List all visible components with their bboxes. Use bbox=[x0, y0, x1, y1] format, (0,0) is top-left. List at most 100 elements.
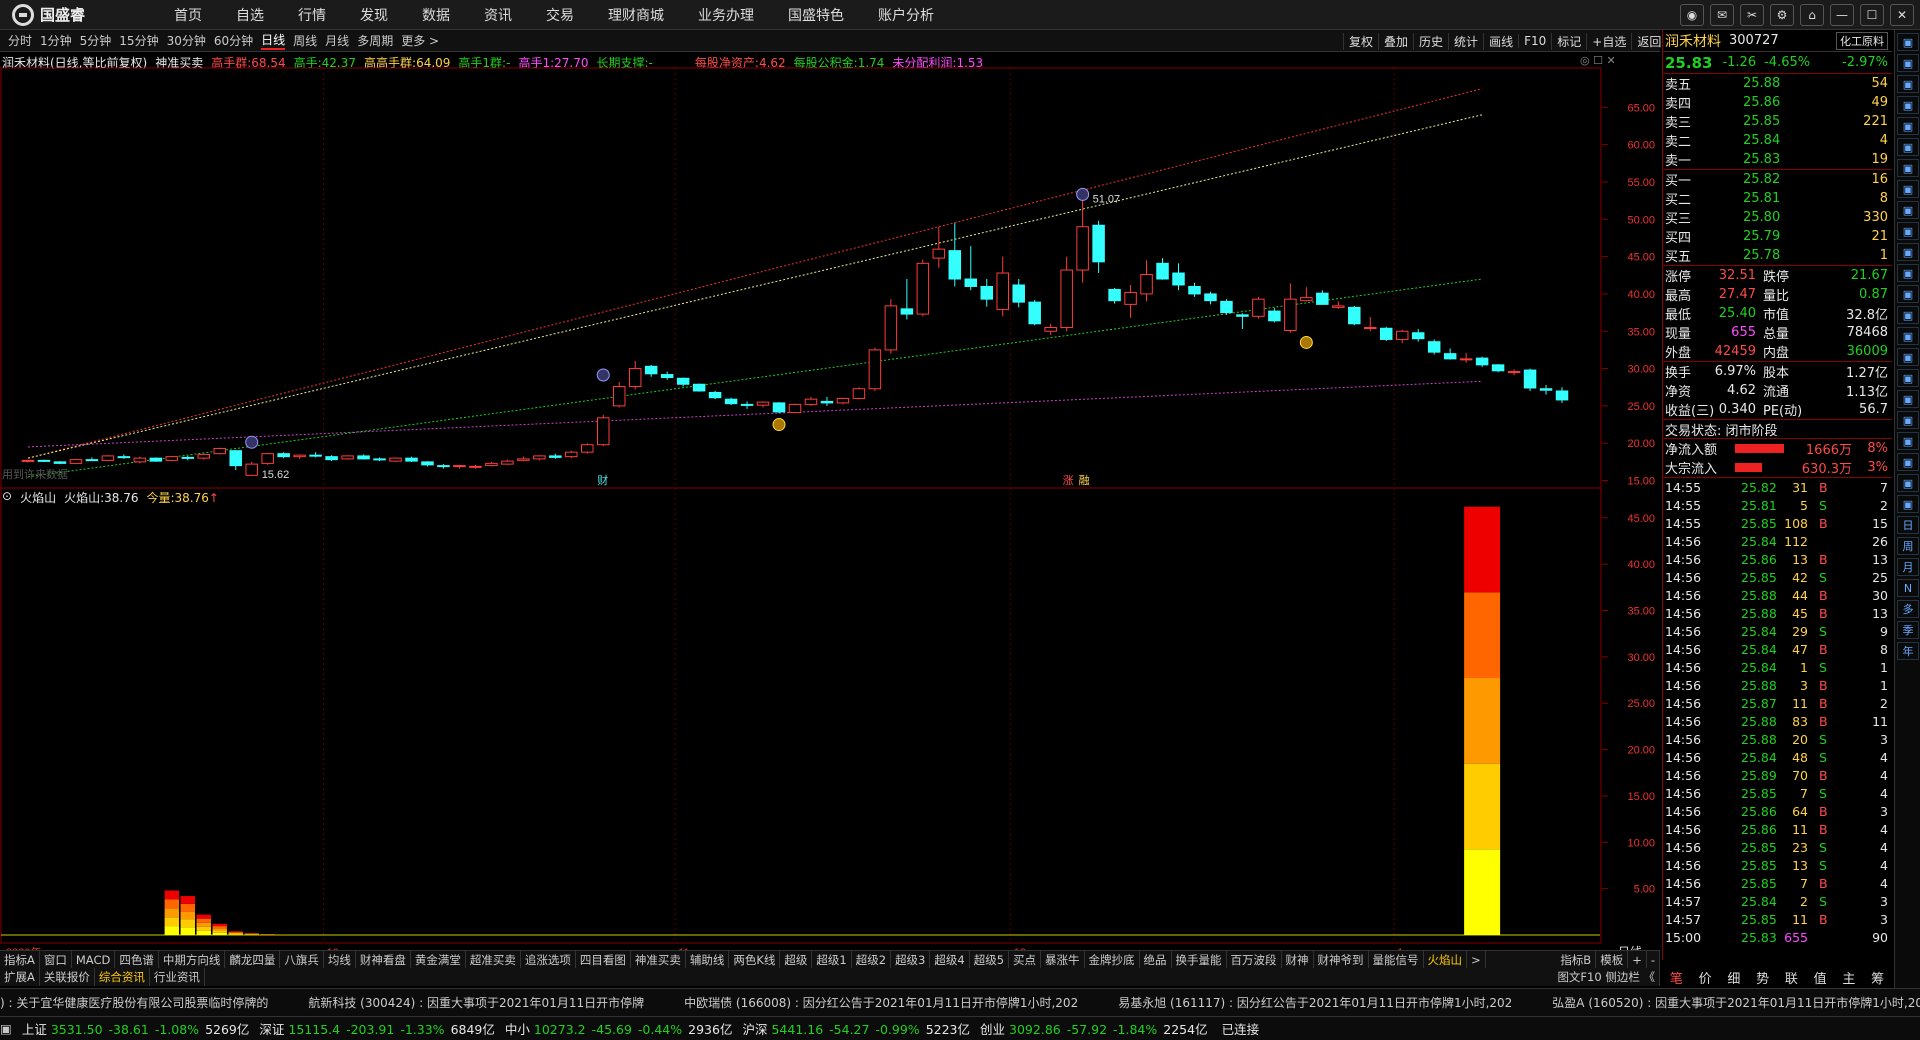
up-arrow-icon[interactable]: ▣ bbox=[1897, 33, 1919, 51]
indicator-tab-4[interactable]: 中期方向线 bbox=[159, 950, 226, 969]
quote-tab-6[interactable]: 主 bbox=[1842, 968, 1855, 987]
d60-icon[interactable]: ▣ bbox=[1897, 495, 1919, 513]
down-arrow-icon[interactable]: ▣ bbox=[1897, 54, 1919, 72]
grid-icon[interactable]: ▣ bbox=[1897, 243, 1919, 261]
d15-icon[interactable]: ▣ bbox=[1897, 453, 1919, 471]
indicator-tab-6[interactable]: 八旗兵 bbox=[280, 950, 324, 969]
side-panel-toggle[interactable]: 图文F10 侧边栏 《 bbox=[1553, 968, 1660, 986]
bid-row-2[interactable]: 买三 25.80 330 bbox=[1663, 208, 1892, 227]
sun-icon[interactable]: ▣ bbox=[1897, 411, 1919, 429]
news-item-0[interactable]: ) : 关于宜华健康医疗股份有限公司股票临时停牌的 bbox=[0, 994, 268, 1011]
quote-tab-7[interactable]: 筹 bbox=[1871, 968, 1884, 987]
ask-row-4[interactable]: 卖一 25.83 19 bbox=[1663, 150, 1892, 169]
sector-name[interactable]: 化工原料 bbox=[1836, 31, 1888, 50]
indicator-tab-2[interactable]: MACD bbox=[72, 950, 116, 969]
news-icon[interactable]: ▣ bbox=[1897, 180, 1919, 198]
quote-tab-3[interactable]: 势 bbox=[1756, 968, 1769, 987]
indicator-tab-right-3[interactable]: - bbox=[1647, 950, 1660, 969]
indicator-tab-26[interactable]: 换手量能 bbox=[1172, 950, 1227, 969]
f10-icon[interactable]: ▣ bbox=[1897, 159, 1919, 177]
bid-row-4[interactable]: 买五 25.78 1 bbox=[1663, 246, 1892, 265]
quote-tab-0[interactable]: 笔 bbox=[1670, 968, 1683, 987]
indicator-tab-7[interactable]: 均线 bbox=[324, 950, 356, 969]
indicator-tab-12[interactable]: 四目看图 bbox=[576, 950, 631, 969]
indicator-tab-15[interactable]: 两色K线 bbox=[729, 950, 781, 969]
chart-icon[interactable]: ▣ bbox=[1897, 138, 1919, 156]
minimize-icon[interactable]: — bbox=[1830, 4, 1854, 26]
indicator-tab-20[interactable]: 超级4 bbox=[930, 950, 970, 969]
indicator-tab-right-0[interactable]: 指标B bbox=[1556, 950, 1597, 969]
ask-row-3[interactable]: 卖二 25.84 4 bbox=[1663, 131, 1892, 150]
period-icon-28[interactable]: 季 bbox=[1897, 621, 1919, 639]
indicator-tab-17[interactable]: 超级1 bbox=[812, 950, 852, 969]
info-tab-3[interactable]: 行业资讯 bbox=[150, 968, 205, 986]
news-item-4[interactable]: 弘盈A (160520) : 因重大事项于2021年01月11日开市停牌1小时,… bbox=[1552, 994, 1920, 1011]
index-item-2[interactable]: 中小 10273.2 -45.69 -0.44% 2936亿 bbox=[505, 1019, 733, 1038]
bid-row-1[interactable]: 买二 25.81 8 bbox=[1663, 189, 1892, 208]
news-item-2[interactable]: 中欧瑞债 (166008) : 因分红公告于2021年01月11日开市停牌1小时… bbox=[684, 994, 1078, 1011]
kdj-icon[interactable]: ▣ bbox=[1897, 327, 1919, 345]
indicator-tab-16[interactable]: 超级 bbox=[780, 950, 813, 969]
indicator-tab-14[interactable]: 辅助线 bbox=[686, 950, 730, 969]
l2-icon[interactable]: ▣ bbox=[1897, 222, 1919, 240]
period-icon-29[interactable]: 年 bbox=[1897, 642, 1919, 660]
tick-icon[interactable]: ▣ bbox=[1897, 117, 1919, 135]
news-item-1[interactable]: 航新科技 (300424) : 因重大事项于2021年01月11日开市停牌 bbox=[308, 994, 644, 1011]
ask-row-0[interactable]: 卖五 25.88 54 bbox=[1663, 74, 1892, 93]
indicator-tab-10[interactable]: 超准买卖 bbox=[466, 950, 521, 969]
period-icon-25[interactable]: 月 bbox=[1897, 558, 1919, 576]
index-item-3[interactable]: 沪深 5441.16 -54.27 -0.99% 5223亿 bbox=[742, 1019, 970, 1038]
news-ticker[interactable]: ) : 关于宜华健康医疗股份有限公司股票临时停牌的 航新科技 (300424) :… bbox=[0, 988, 1920, 1016]
indicator-tab-28[interactable]: 财神 bbox=[1282, 950, 1314, 969]
period-icon-23[interactable]: 日 bbox=[1897, 516, 1919, 534]
moneyflow-icon[interactable]: ▣ bbox=[1897, 285, 1919, 303]
fold-icon[interactable]: ▣ bbox=[1897, 369, 1919, 387]
indicator-tab-18[interactable]: 超级2 bbox=[852, 950, 892, 969]
info-tab-2[interactable]: 综合资讯 bbox=[95, 968, 150, 986]
indicator-tab-13[interactable]: 神准买卖 bbox=[631, 950, 686, 969]
indicator-tab-right-2[interactable]: + bbox=[1628, 950, 1647, 969]
maximize-icon[interactable]: ☐ bbox=[1860, 4, 1884, 26]
quote-tab-4[interactable]: 联 bbox=[1785, 968, 1798, 987]
indicator-tab-19[interactable]: 超级3 bbox=[891, 950, 931, 969]
period-icon-26[interactable]: N bbox=[1897, 579, 1919, 597]
d5-icon[interactable]: ▣ bbox=[1897, 432, 1919, 450]
indicator-tab-31[interactable]: 火焰山 bbox=[1424, 950, 1468, 969]
close-icon[interactable]: ✕ bbox=[1890, 4, 1914, 26]
info-tab-0[interactable]: 扩展A bbox=[0, 968, 40, 986]
d30-icon[interactable]: ▣ bbox=[1897, 474, 1919, 492]
period-icon-27[interactable]: 多 bbox=[1897, 600, 1919, 618]
ask-row-1[interactable]: 卖四 25.86 49 bbox=[1663, 93, 1892, 112]
indicator-tab-29[interactable]: 财神爷到 bbox=[1314, 950, 1369, 969]
flow-icon[interactable]: ▣ bbox=[1897, 201, 1919, 219]
indicator-tab-9[interactable]: 黄金满堂 bbox=[411, 950, 466, 969]
box-icon[interactable]: ▣ bbox=[1897, 348, 1919, 366]
quote-tab-1[interactable]: 价 bbox=[1699, 968, 1712, 987]
indicator-tab-25[interactable]: 绝品 bbox=[1140, 950, 1172, 969]
indicator-tab-5[interactable]: 麟龙四量 bbox=[225, 950, 281, 969]
period-icon-24[interactable]: 周 bbox=[1897, 537, 1919, 555]
info-tab-1[interactable]: 关联报价 bbox=[40, 968, 95, 986]
rsi-icon[interactable]: ▣ bbox=[1897, 306, 1919, 324]
indicator-tab-8[interactable]: 财神看盘 bbox=[356, 950, 411, 969]
indicator-tab-right-1[interactable]: 模板 bbox=[1596, 950, 1629, 969]
indicator-tab-24[interactable]: 金牌抄底 bbox=[1085, 950, 1140, 969]
mail-icon[interactable]: ✉ bbox=[1710, 4, 1734, 26]
bid-row-0[interactable]: 买一 25.82 16 bbox=[1663, 170, 1892, 189]
tick-list[interactable]: 14:55 25.82 31 B 7 14:55 25.81 5 S 2 14:55 25.85 108… bbox=[1663, 478, 1892, 946]
indicator-tab-21[interactable]: 超级5 bbox=[970, 950, 1010, 969]
indicator-tab-0[interactable]: 指标A bbox=[0, 950, 40, 969]
settings-icon[interactable]: ⚙ bbox=[1770, 4, 1794, 26]
index-item-4[interactable]: 创业 3092.86 -57.92 -1.84% 2254亿 bbox=[980, 1019, 1208, 1038]
tech-icon[interactable]: ▣ bbox=[1897, 264, 1919, 282]
indicator-tab-30[interactable]: 量能信号 bbox=[1369, 950, 1424, 969]
index-item-1[interactable]: 深证 15115.4 -203.91 -1.33% 6849亿 bbox=[259, 1019, 495, 1038]
ask-row-2[interactable]: 卖三 25.85 221 bbox=[1663, 112, 1892, 131]
indicator-tab-23[interactable]: 暴涨牛 bbox=[1041, 950, 1085, 969]
quote-tab-2[interactable]: 细 bbox=[1727, 968, 1740, 987]
news-item-3[interactable]: 易基永旭 (161117) : 因分红公告于2021年01月11日开市停牌1小时… bbox=[1118, 994, 1512, 1011]
bid-row-3[interactable]: 买四 25.79 21 bbox=[1663, 227, 1892, 246]
cloud-icon[interactable]: ▣ bbox=[1897, 390, 1919, 408]
indicator-tab-3[interactable]: 四色谱 bbox=[115, 950, 159, 969]
kline-chart[interactable]: 65.00 60.00 55.00 50.00 45.00 40.00 35.00 30.00… bbox=[0, 0, 1660, 950]
